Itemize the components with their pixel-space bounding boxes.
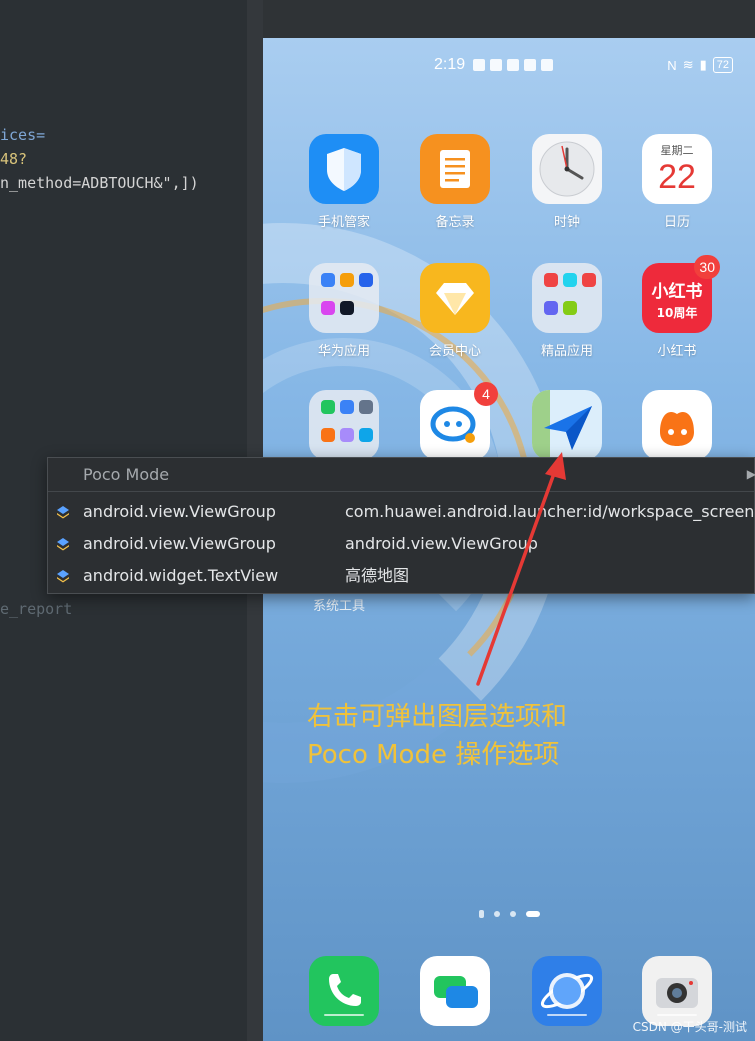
notification-badge: 30 bbox=[694, 255, 720, 279]
folder-tools[interactable] bbox=[299, 390, 389, 460]
status-time: 2:19 bbox=[434, 56, 466, 73]
phone-manager-icon bbox=[309, 134, 379, 204]
xiaohongshu-title: 小红书 bbox=[651, 282, 703, 302]
page-dot[interactable] bbox=[479, 910, 484, 918]
context-menu-item[interactable]: android.widget.TextView 高德地图 bbox=[48, 560, 754, 592]
app-game-center[interactable] bbox=[632, 390, 722, 460]
app-chat[interactable]: 4 bbox=[410, 382, 500, 460]
dock-indicator bbox=[324, 1014, 364, 1016]
clock-icon bbox=[532, 134, 602, 204]
dock-indicator bbox=[657, 1014, 697, 1016]
battery-icon: 72 bbox=[712, 57, 733, 73]
app-amap[interactable] bbox=[522, 390, 612, 460]
status-right: N ≋ ▮ 72 bbox=[667, 57, 733, 73]
dock-messages[interactable] bbox=[410, 956, 500, 1026]
app-xiaohongshu[interactable]: 30 小红书 10周年 小红书 bbox=[632, 255, 722, 359]
node-class: android.view.ViewGroup bbox=[83, 534, 276, 553]
layer-icon bbox=[57, 570, 69, 583]
nfc-icon: N bbox=[667, 57, 677, 73]
folder-icon bbox=[532, 263, 602, 333]
calendar-icon: 星期二 22 bbox=[642, 134, 712, 204]
layer-icon bbox=[57, 506, 69, 519]
code-line: e_report bbox=[0, 600, 73, 618]
app-phone-manager[interactable]: 手机管家 bbox=[299, 134, 389, 230]
notification-icons bbox=[473, 59, 553, 71]
code-line: 48? bbox=[0, 150, 28, 168]
xiaohongshu-subtitle: 10周年 bbox=[656, 306, 698, 320]
sim-icon: ▮ bbox=[699, 57, 707, 72]
callout-line: 右击可弹出图层选项和 bbox=[307, 702, 568, 732]
node-name: com.huawei.android.launcher:id/workspace… bbox=[345, 502, 755, 521]
context-menu-item[interactable]: android.view.ViewGroup com.huawei.androi… bbox=[48, 496, 754, 528]
context-menu-title: Poco Mode bbox=[83, 465, 170, 484]
app-member-center[interactable]: 会员中心 bbox=[410, 263, 500, 359]
submenu-arrow-icon: ▶ bbox=[746, 467, 755, 481]
page-dot[interactable] bbox=[494, 911, 500, 917]
folder-icon bbox=[309, 390, 379, 460]
dock-browser[interactable] bbox=[522, 956, 612, 1026]
context-menu-header[interactable]: Poco Mode ▶ bbox=[48, 458, 755, 492]
node-class: android.widget.TextView bbox=[83, 566, 279, 585]
dock-indicator bbox=[435, 1014, 475, 1016]
notification-badge: 4 bbox=[474, 382, 498, 406]
dock-indicator bbox=[547, 1014, 587, 1016]
poco-context-menu[interactable]: Poco Mode ▶ android.view.ViewGroup com.h… bbox=[47, 457, 755, 594]
layer-icon bbox=[57, 538, 69, 551]
app-label: 备忘录 bbox=[435, 215, 475, 230]
app-label: 日历 bbox=[663, 215, 690, 230]
notes-icon bbox=[420, 134, 490, 204]
node-class: android.view.ViewGroup bbox=[83, 502, 276, 521]
amap-icon bbox=[532, 390, 602, 460]
device-window-toolbar bbox=[263, 0, 755, 38]
game-center-icon bbox=[642, 390, 712, 460]
context-menu-item[interactable]: android.view.ViewGroup android.view.View… bbox=[48, 528, 754, 560]
app-calendar[interactable]: 星期二 22 日历 bbox=[632, 134, 722, 230]
page-indicator[interactable] bbox=[479, 910, 540, 918]
page-dot-active[interactable] bbox=[526, 911, 540, 917]
app-label: 小红书 bbox=[657, 344, 697, 359]
member-center-icon bbox=[420, 263, 490, 333]
folder-icon bbox=[309, 263, 379, 333]
callout-line: Poco Mode 操作选项 bbox=[307, 740, 560, 770]
annotation-callout: 右击可弹出图层选项和 Poco Mode 操作选项 bbox=[307, 698, 567, 774]
app-label: 手机管家 bbox=[317, 215, 370, 230]
wifi-icon: ≋ bbox=[682, 57, 694, 72]
folder-featured-apps[interactable]: 精品应用 bbox=[522, 263, 612, 359]
page-dot[interactable] bbox=[510, 911, 516, 917]
node-name: android.view.ViewGroup bbox=[345, 534, 538, 553]
dock-phone[interactable] bbox=[299, 956, 389, 1026]
dock-camera[interactable] bbox=[632, 956, 722, 1026]
node-name: 高德地图 bbox=[345, 566, 410, 585]
code-line: n_method=ADBTOUCH&",]) bbox=[0, 174, 199, 192]
app-label: 会员中心 bbox=[428, 344, 481, 359]
app-notes[interactable]: 备忘录 bbox=[410, 134, 500, 230]
app-label: 精品应用 bbox=[540, 344, 593, 359]
watermark: CSDN @干头哥-测试 bbox=[632, 1020, 747, 1034]
obscured-app-label: 系统工具 bbox=[313, 599, 366, 614]
status-bar: 2:19 N ≋ ▮ 72 bbox=[263, 56, 755, 80]
folder-huawei-apps[interactable]: 华为应用 bbox=[299, 263, 389, 359]
calendar-date: 22 bbox=[658, 158, 696, 196]
app-clock[interactable]: 时钟 bbox=[522, 134, 612, 230]
app-label: 华为应用 bbox=[317, 344, 370, 359]
calendar-weekday: 星期二 bbox=[660, 144, 694, 157]
code-line: ices= bbox=[0, 126, 46, 144]
app-label: 时钟 bbox=[553, 215, 580, 230]
